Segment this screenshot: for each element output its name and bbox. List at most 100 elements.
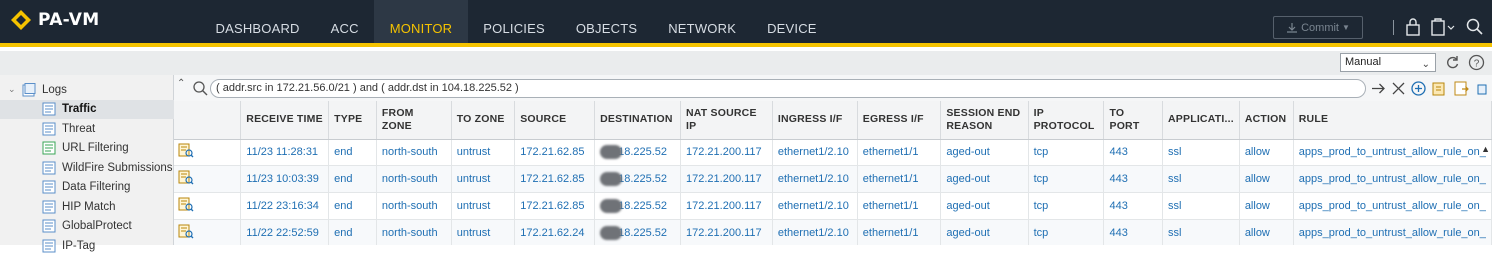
commit-button[interactable]: Commit ▼ (1273, 16, 1363, 39)
clear-icon[interactable] (1390, 80, 1407, 97)
cell-type[interactable]: end (328, 139, 377, 167)
cell-application[interactable]: ssl (1162, 192, 1240, 220)
nav-tab-objects[interactable]: OBJECTS (560, 0, 652, 43)
cell-from-zone[interactable]: north-south (376, 139, 452, 167)
column-header[interactable]: SESSION END REASON (940, 101, 1029, 140)
column-header[interactable]: APPLICATI... (1162, 101, 1240, 140)
column-header[interactable]: RECEIVE TIME (240, 101, 330, 140)
cell-ingress[interactable]: ethernet1/2.10 (772, 192, 858, 220)
table-row[interactable]: 11/23 10:03:39 end north-south untrust 172.2… (174, 165, 1492, 194)
sidebar-item-hip-match[interactable]: HIP Match (0, 197, 174, 217)
cell-to-zone[interactable]: untrust (451, 192, 516, 220)
cell-action[interactable]: allow (1239, 192, 1294, 220)
cell-rule[interactable]: apps_prod_to_untrust_allow_rule_on_ (1293, 192, 1492, 220)
cell-destination[interactable]: 18.225.52 (594, 219, 682, 245)
config-icon[interactable] (1430, 17, 1456, 37)
cell-ingress[interactable]: ethernet1/2.10 (772, 219, 858, 245)
chevron-up-icon[interactable]: ⌃ (177, 78, 185, 89)
cell-egress[interactable]: ethernet1/1 (857, 139, 942, 167)
column-header[interactable]: SOURCE (514, 101, 596, 140)
column-header[interactable]: TYPE (328, 101, 377, 140)
cell-to-zone[interactable]: untrust (451, 139, 516, 167)
cell-action[interactable]: allow (1239, 219, 1294, 245)
cell-end-reason[interactable]: aged-out (940, 165, 1029, 194)
cell-from-zone[interactable]: north-south (376, 165, 452, 194)
nav-tab-monitor[interactable]: MONITOR (374, 0, 468, 43)
sidebar-item-url-filtering[interactable]: URL Filtering (0, 139, 174, 159)
cell-protocol[interactable]: tcp (1028, 192, 1105, 220)
column-header[interactable]: IP PROTOCOL (1028, 101, 1105, 140)
help-icon[interactable]: ? (1468, 54, 1485, 71)
cell-type[interactable]: end (328, 192, 377, 220)
cell-destination[interactable]: 18.225.52 (594, 139, 682, 167)
sidebar-item-wildfire-submissions[interactable]: WildFire Submissions (0, 158, 174, 178)
column-header[interactable]: DESTINATION (594, 101, 682, 140)
filter-input[interactable]: ( addr.src in 172.21.56.0/21 ) and ( add… (210, 79, 1366, 98)
cell-protocol[interactable]: tcp (1028, 165, 1105, 194)
cell-receive-time[interactable]: 11/23 11:28:31 (240, 139, 330, 167)
cell-application[interactable]: ssl (1162, 165, 1240, 194)
cell-rule[interactable]: apps_prod_to_untrust_allow_rule_on_ (1293, 165, 1492, 194)
cell-destination[interactable]: 18.225.52 (594, 192, 682, 220)
cell-application[interactable]: ssl (1162, 139, 1240, 167)
cell-ingress[interactable]: ethernet1/2.10 (772, 139, 858, 167)
sidebar-item-globalprotect[interactable]: GlobalProtect (0, 217, 174, 237)
cell-rule[interactable]: apps_prod_to_untrust_allow_rule_on_ (1293, 219, 1492, 245)
search-icon[interactable] (1465, 17, 1485, 37)
detail-view-icon[interactable] (178, 197, 194, 212)
cell-to-port[interactable]: 443 (1103, 165, 1164, 194)
cell-end-reason[interactable]: aged-out (940, 139, 1029, 167)
cell-nat-source-ip[interactable]: 172.21.200.117 (680, 165, 773, 194)
cell-egress[interactable]: ethernet1/1 (857, 192, 942, 220)
cell-nat-source-ip[interactable]: 172.21.200.117 (680, 192, 773, 220)
cell-ingress[interactable]: ethernet1/2.10 (772, 165, 858, 194)
column-header[interactable]: NAT SOURCE IP (680, 101, 773, 140)
cell-source[interactable]: 172.21.62.85 (514, 165, 596, 194)
lock-icon[interactable] (1403, 17, 1423, 37)
table-row[interactable]: 11/22 23:16:34 end north-south untrust 172.2… (174, 192, 1492, 220)
cell-protocol[interactable]: tcp (1028, 139, 1105, 167)
column-header[interactable]: TO PORT (1103, 101, 1164, 140)
detail-view-icon[interactable] (178, 170, 194, 185)
detail-view-icon[interactable] (178, 224, 194, 239)
nav-tab-acc[interactable]: ACC (315, 0, 374, 43)
sidebar-item-threat[interactable]: Threat (0, 119, 174, 139)
save-icon[interactable] (1431, 80, 1448, 97)
cell-end-reason[interactable]: aged-out (940, 219, 1029, 245)
add-icon[interactable] (1410, 80, 1427, 97)
column-header[interactable]: FROM ZONE (376, 101, 452, 140)
nav-tab-policies[interactable]: POLICIES (468, 0, 561, 43)
sidebar-item-ip-tag[interactable]: IP-Tag (0, 236, 174, 256)
cell-to-zone[interactable]: untrust (451, 219, 516, 245)
cell-egress[interactable]: ethernet1/1 (857, 165, 942, 194)
sidebar-item-traffic[interactable]: Traffic (0, 99, 174, 119)
cell-receive-time[interactable]: 11/23 10:03:39 (240, 165, 330, 194)
cell-type[interactable]: end (328, 219, 377, 245)
cell-source[interactable]: 172.21.62.24 (514, 219, 596, 245)
cell-source[interactable]: 172.21.62.85 (514, 192, 596, 220)
cell-type[interactable]: end (328, 165, 377, 194)
cell-application[interactable]: ssl (1162, 219, 1240, 245)
cell-from-zone[interactable]: north-south (376, 219, 452, 245)
cell-action[interactable]: allow (1239, 165, 1294, 194)
nav-tab-device[interactable]: DEVICE (752, 0, 833, 43)
table-row[interactable]: 11/22 22:52:59 end north-south untrust 172.2… (174, 219, 1492, 245)
cell-to-port[interactable]: 443 (1103, 139, 1164, 167)
cell-protocol[interactable]: tcp (1028, 219, 1105, 245)
cell-action[interactable]: allow (1239, 139, 1294, 167)
detail-view-icon[interactable] (178, 143, 194, 158)
sidebar-item-data-filtering[interactable]: Data Filtering (0, 178, 174, 198)
cell-nat-source-ip[interactable]: 172.21.200.117 (680, 139, 773, 167)
load-icon[interactable] (1453, 80, 1470, 97)
refresh-interval-select[interactable]: Manual ⌄ (1340, 53, 1436, 72)
scroll-up-icon[interactable]: ▲ (1481, 144, 1490, 154)
cell-nat-source-ip[interactable]: 172.21.200.117 (680, 219, 773, 245)
cell-to-port[interactable]: 443 (1103, 192, 1164, 220)
cell-destination[interactable]: 18.225.52 (594, 165, 682, 194)
cell-rule[interactable]: apps_prod_to_untrust_allow_rule_on_ (1293, 139, 1492, 167)
apply-filter-icon[interactable] (1370, 80, 1387, 97)
nav-tab-network[interactable]: NETWORK (653, 0, 752, 43)
column-header[interactable]: EGRESS I/F (857, 101, 942, 140)
cell-receive-time[interactable]: 11/22 22:52:59 (240, 219, 330, 245)
column-header[interactable]: RULE (1293, 101, 1492, 140)
